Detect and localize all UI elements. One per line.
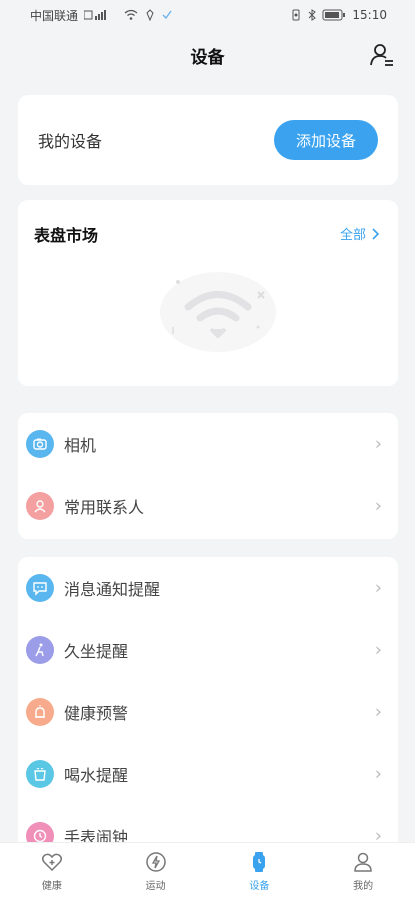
message-icon	[26, 574, 54, 602]
list-item-drink-water[interactable]: 喝水提醒 ›	[18, 743, 398, 805]
status-bar: 中国联通 15:10	[0, 0, 415, 30]
user-switch-icon	[370, 44, 393, 66]
bolt-icon	[145, 852, 166, 872]
list-item-label: 相机	[64, 436, 97, 455]
tab-device[interactable]: 设备	[208, 843, 312, 900]
list-item-contacts[interactable]: 常用联系人 ›	[18, 475, 398, 537]
list-group-2: 消息通知提醒 › 久坐提醒 › 健康预警 › 喝水提醒 › 手表闹钟 ›	[18, 557, 398, 857]
list-group-1: 相机 › 常用联系人 ›	[18, 413, 398, 539]
add-device-button[interactable]: 添加设备	[274, 120, 378, 160]
chevron-right-icon: ›	[374, 433, 382, 455]
signal-icon	[84, 9, 118, 21]
tab-label: 健康	[41, 881, 62, 892]
list-item-label: 久坐提醒	[64, 642, 129, 661]
tab-health[interactable]: 健康	[0, 843, 104, 900]
list-item-label: 健康预警	[64, 704, 129, 723]
tab-sport[interactable]: 运动	[104, 843, 208, 900]
app-header: 设备	[0, 30, 415, 80]
chevron-right-icon: ›	[374, 701, 382, 723]
chevron-right-icon	[372, 227, 380, 240]
list-item-health-warning[interactable]: 健康预警 ›	[18, 681, 398, 743]
chevron-right-icon: ›	[374, 577, 382, 599]
list-item-label: 喝水提醒	[64, 766, 129, 785]
vibrate-icon	[290, 9, 302, 21]
list-item-camera[interactable]: 相机 ›	[18, 413, 398, 475]
bottom-tab-bar: 健康 运动 设备 我的	[0, 842, 415, 900]
location-icon	[144, 9, 156, 21]
cup-icon	[26, 760, 54, 788]
person-icon	[354, 852, 372, 872]
status-right: 15:10	[290, 8, 387, 22]
carrier-label: 中国联通	[30, 8, 79, 23]
list-item-label: 常用联系人	[64, 498, 145, 517]
chevron-right-icon: ›	[374, 495, 382, 517]
battery-icon	[322, 9, 346, 21]
tab-me[interactable]: 我的	[311, 843, 415, 900]
page-title: 设备	[190, 47, 225, 68]
my-devices-label: 我的设备	[38, 132, 103, 151]
bluetooth-icon	[308, 9, 317, 21]
watch-market-title: 表盘市场	[34, 226, 99, 245]
sitting-icon	[26, 636, 54, 664]
chevron-right-icon: ›	[374, 639, 382, 661]
watch-icon	[253, 852, 266, 872]
list-item-label: 消息通知提醒	[64, 580, 161, 599]
camera-icon	[26, 430, 54, 458]
list-item-message-notify[interactable]: 消息通知提醒 ›	[18, 557, 398, 619]
chevron-right-icon: ›	[374, 763, 382, 785]
tab-label: 设备	[249, 881, 270, 892]
contact-icon	[26, 492, 54, 520]
no-wifi-icon	[160, 272, 276, 352]
heart-icon	[41, 853, 62, 872]
watch-market-card: 表盘市场 全部	[18, 200, 398, 386]
user-switch-button[interactable]	[367, 40, 397, 70]
wifi-icon	[124, 9, 138, 21]
tab-label: 我的	[353, 881, 374, 892]
watch-market-all-link[interactable]: 全部	[340, 224, 380, 243]
alarm-icon	[26, 698, 54, 726]
tab-label: 运动	[145, 881, 166, 892]
all-link-label: 全部	[339, 228, 366, 243]
status-time: 15:10	[352, 8, 387, 22]
list-item-sedentary[interactable]: 久坐提醒 ›	[18, 619, 398, 681]
my-devices-card: 我的设备 添加设备	[18, 95, 398, 185]
status-left: 中国联通	[30, 7, 172, 24]
check-icon	[162, 9, 172, 21]
no-network-placeholder	[148, 252, 288, 362]
